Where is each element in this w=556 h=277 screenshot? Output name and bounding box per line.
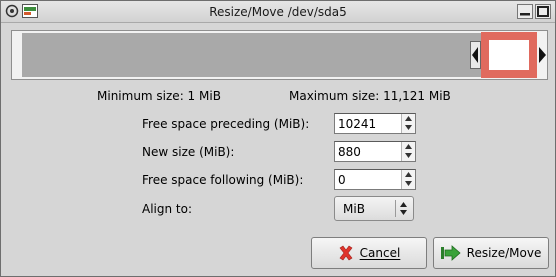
- spin-down-icon[interactable]: [402, 179, 415, 188]
- spin-up-icon[interactable]: [402, 114, 415, 123]
- spin-down-icon[interactable]: [402, 151, 415, 160]
- resize-arrow-icon: [440, 245, 461, 261]
- new-size-label: New size (MiB):: [142, 145, 235, 159]
- spinner-buttons: [401, 142, 415, 161]
- minimize-icon[interactable]: [517, 4, 533, 22]
- cancel-button[interactable]: Cancel: [311, 237, 427, 269]
- free-space-following-label: Free space following (MiB):: [142, 173, 304, 187]
- resize-move-button-label: Resize/Move: [466, 246, 542, 260]
- cancel-x-icon: [338, 245, 354, 261]
- new-size-input[interactable]: [335, 142, 401, 161]
- select-separator: [395, 200, 396, 217]
- new-size-spinner[interactable]: [334, 141, 416, 162]
- maximum-size-label: Maximum size: 11,121 MiB: [289, 89, 451, 103]
- partition-box[interactable]: [481, 32, 537, 78]
- free-space-following-input[interactable]: [335, 170, 401, 189]
- resize-handle-right-icon[interactable]: [537, 41, 548, 72]
- spinner-buttons: [401, 114, 415, 133]
- unallocated-space-bar: [22, 33, 536, 77]
- maximize-icon[interactable]: [535, 4, 551, 22]
- title-bar: Resize/Move /dev/sda5: [1, 1, 555, 23]
- align-to-label: Align to:: [142, 202, 193, 216]
- resize-handle-left-icon[interactable]: [470, 41, 481, 72]
- cancel-button-label: Cancel: [359, 246, 401, 260]
- free-space-following-spinner[interactable]: [334, 169, 416, 190]
- resize-move-dialog: Resize/Move /dev/sda5 Minimum size: 1 Mi…: [0, 0, 556, 277]
- up-down-arrows-icon: [399, 200, 408, 220]
- spin-down-icon[interactable]: [402, 123, 415, 132]
- minimum-size-label: Minimum size: 1 MiB: [97, 89, 221, 103]
- align-to-value: MiB: [343, 202, 365, 216]
- spin-up-icon[interactable]: [402, 170, 415, 179]
- align-to-select[interactable]: MiB: [334, 196, 414, 221]
- spinner-buttons: [401, 170, 415, 189]
- partition-resizer[interactable]: [11, 30, 548, 80]
- resize-move-button[interactable]: Resize/Move: [433, 237, 549, 269]
- window-title: Resize/Move /dev/sda5: [209, 5, 347, 19]
- free-space-preceding-spinner[interactable]: [334, 113, 416, 134]
- spin-up-icon[interactable]: [402, 142, 415, 151]
- free-space-preceding-input[interactable]: [335, 114, 401, 133]
- free-space-preceding-label: Free space preceding (MiB):: [142, 117, 310, 131]
